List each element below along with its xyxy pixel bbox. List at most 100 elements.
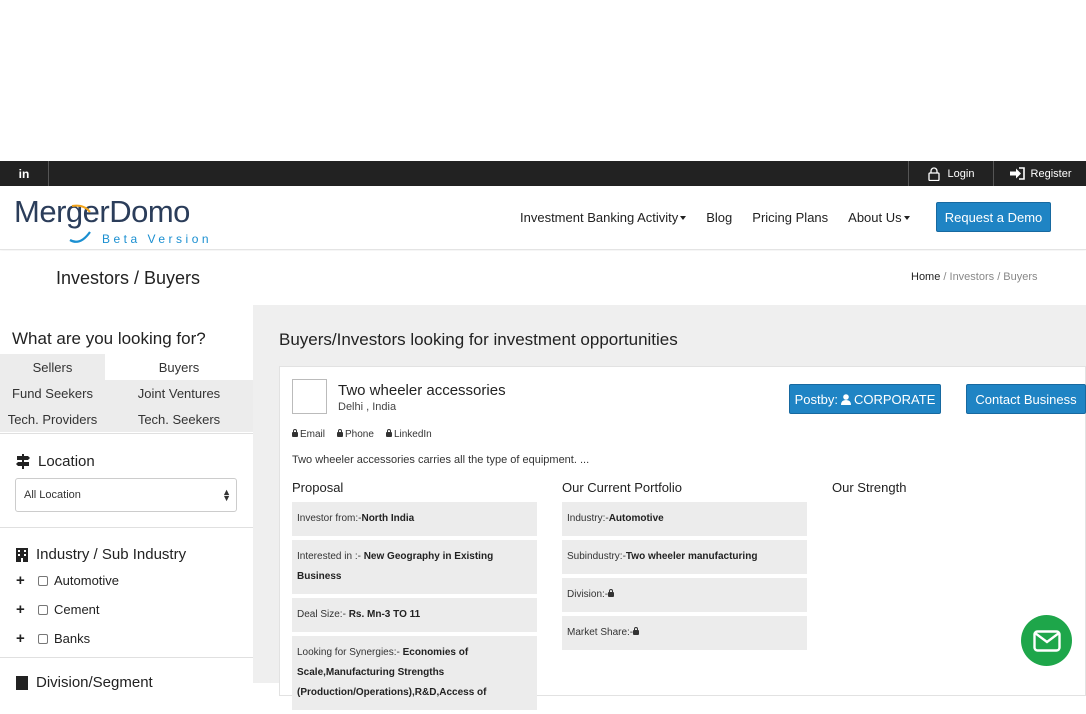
lock-icon — [927, 166, 940, 181]
location-select[interactable]: All Location ▲ ▼ — [15, 478, 237, 512]
content-area: What are you looking for? Sellers Buyers… — [0, 305, 1086, 710]
breadcrumb-current: / Investors / Buyers — [940, 271, 1038, 283]
nav-about-us-label: About Us — [848, 210, 902, 225]
location-title: Location — [38, 453, 95, 470]
nav-menu: Investment Banking Activity Blog Pricing… — [520, 210, 930, 225]
sidebar-question: What are you looking for? — [12, 329, 206, 348]
contact-business-button[interactable]: Contact Business — [966, 384, 1086, 414]
tab-tech-seekers[interactable]: Tech. Seekers — [105, 406, 253, 432]
kv-value: Rs. Mn-3 TO 11 — [348, 609, 421, 620]
linkedin-icon[interactable]: in — [0, 161, 49, 186]
register-link[interactable]: Register — [994, 161, 1086, 186]
tab-fund-seekers[interactable]: Fund Seekers — [0, 380, 105, 406]
listing-title[interactable]: Two wheeler accessories — [338, 382, 506, 399]
tab-joint-ventures[interactable]: Joint Ventures — [105, 380, 253, 406]
tab-sellers[interactable]: Sellers — [0, 354, 105, 380]
kv-value: Automotive — [608, 513, 664, 524]
logo-wordmark: MergerDomo — [14, 194, 190, 229]
top-blank-area — [0, 0, 1086, 161]
contact-linkedin-label: LinkedIn — [393, 429, 432, 440]
mergerdomo-logo[interactable]: MergerDomo Beta Version — [14, 194, 224, 246]
proposal-column: Proposal Investor from:-North India Inte… — [292, 480, 537, 714]
chat-mail-button[interactable] — [1021, 615, 1072, 666]
kv-key: Looking for Synergies:- — [297, 647, 403, 658]
contact-phone-label: Phone — [345, 429, 374, 440]
kv-key: Division:- — [567, 589, 609, 600]
lock-icon — [608, 589, 615, 597]
proposal-interested-in: Interested in :- New Geography in Existi… — [292, 540, 537, 594]
checkbox[interactable] — [38, 604, 48, 615]
contact-email-label: Email — [300, 429, 326, 440]
page-title: Investors / Buyers — [56, 268, 201, 288]
login-link[interactable]: Login — [908, 161, 994, 186]
contact-phone[interactable]: Phone — [337, 429, 374, 440]
industry-item-automotive[interactable]: + Automotive — [16, 572, 119, 589]
filter-sidebar: What are you looking for? Sellers Buyers… — [0, 305, 253, 691]
signpost-icon — [16, 454, 30, 469]
postby-button[interactable]: Postby: CORPORATE — [789, 384, 941, 414]
strength-heading: Our Strength — [832, 480, 907, 495]
industry-label: Automotive — [54, 573, 120, 588]
industry-label: Cement — [54, 602, 100, 617]
proposal-investor-from: Investor from:-North India — [292, 502, 537, 536]
checkbox[interactable] — [38, 575, 48, 586]
plus-icon[interactable]: + — [16, 572, 38, 589]
postby-label: Postby: — [794, 391, 838, 407]
plus-icon[interactable]: + — [16, 630, 38, 647]
contact-email[interactable]: Email — [292, 429, 325, 440]
nav-about-us[interactable]: About Us — [848, 210, 910, 225]
plus-icon[interactable]: + — [16, 601, 38, 618]
building-icon — [16, 547, 28, 562]
industry-title: Industry / Sub Industry — [36, 546, 187, 563]
kv-key: Deal Size:- — [297, 609, 349, 620]
location-heading: Location — [16, 453, 95, 470]
nav-investment-banking[interactable]: Investment Banking Activity — [520, 210, 687, 225]
caret-down-icon — [680, 216, 687, 220]
kv-value: Two wheeler manufacturing — [625, 551, 758, 562]
lock-icon — [337, 429, 344, 437]
register-label: Register — [1030, 167, 1072, 180]
checkbox[interactable] — [38, 633, 48, 644]
proposal-heading: Proposal — [292, 480, 344, 495]
strength-column: Our Strength — [832, 480, 1032, 502]
lock-icon — [292, 429, 298, 437]
page-header: Investors / Buyers Home / Investors / Bu… — [0, 251, 1086, 305]
industry-heading: Industry / Sub Industry — [16, 546, 186, 563]
industry-item-banks[interactable]: + Banks — [16, 630, 90, 647]
listing-location: Delhi , India — [338, 401, 397, 413]
portfolio-division: Division:- — [562, 578, 807, 612]
industry-label: Banks — [54, 631, 91, 646]
portfolio-column: Our Current Portfolio Industry:-Automoti… — [562, 480, 807, 654]
kv-key: Investor from:- — [297, 513, 362, 524]
listing-description: Two wheeler accessories carries all the … — [292, 454, 590, 466]
contact-linkedin[interactable]: LinkedIn — [385, 429, 432, 440]
listing-card: Two wheeler accessories Delhi , India Po… — [279, 366, 1086, 710]
kv-key: Interested in :- — [297, 551, 364, 562]
portfolio-subindustry: Subindustry:-Two wheeler manufacturing — [562, 540, 807, 574]
nav-blog[interactable]: Blog — [706, 210, 732, 225]
postby-type: CORPORATE — [853, 391, 936, 407]
login-label: Login — [947, 167, 975, 180]
nav-investment-banking-label: Investment Banking Activity — [520, 210, 679, 225]
select-arrows-icon: ▲ ▼ — [222, 487, 231, 503]
kv-key: Subindustry:- — [567, 551, 626, 562]
lock-icon — [633, 627, 640, 635]
request-demo-button[interactable]: Request a Demo — [936, 202, 1051, 232]
main-navbar: MergerDomo Beta Version Investment Banki… — [0, 186, 1086, 250]
location-select-value: All Location — [24, 489, 81, 501]
tab-buyers[interactable]: Buyers — [105, 354, 253, 380]
breadcrumb-home[interactable]: Home — [911, 271, 940, 283]
tab-tech-providers[interactable]: Tech. Providers — [0, 406, 105, 432]
caret-down-icon — [903, 216, 910, 220]
logo-beta-label: Beta Version — [102, 232, 213, 246]
category-tabs: Sellers Buyers Fund Seekers Joint Ventur… — [0, 354, 253, 432]
portfolio-heading: Our Current Portfolio — [562, 480, 682, 495]
user-icon — [840, 393, 851, 405]
kv-value: North India — [361, 513, 415, 524]
nav-pricing-plans[interactable]: Pricing Plans — [752, 210, 828, 225]
contact-methods: Email Phone LinkedIn — [292, 429, 432, 440]
mail-icon — [1032, 629, 1061, 652]
industry-item-cement[interactable]: + Cement — [16, 601, 100, 618]
portfolio-market-share: Market Share:- — [562, 616, 807, 650]
proposal-deal-size: Deal Size:- Rs. Mn-3 TO 11 — [292, 598, 537, 632]
